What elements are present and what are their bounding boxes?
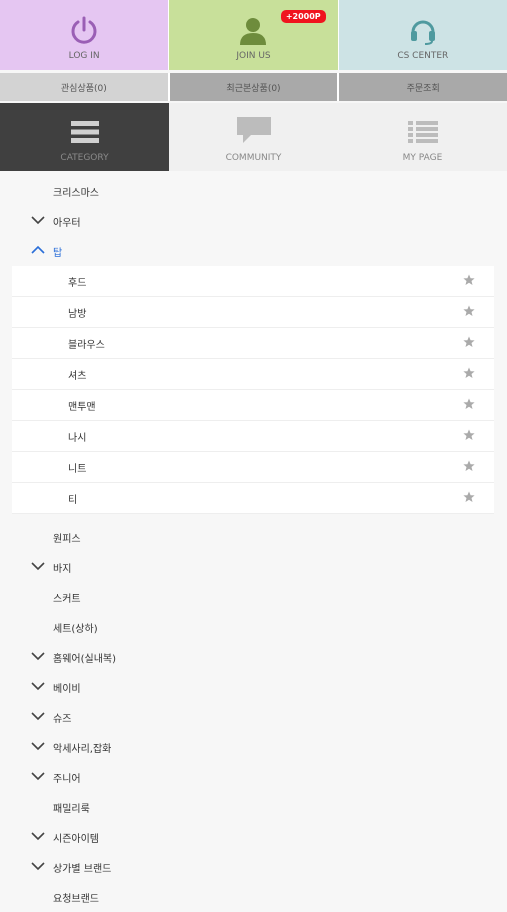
category-label: 바지 [53,564,72,575]
subcategory-label: 후드 [68,278,87,289]
star-icon[interactable] [463,336,475,348]
subcategory-label: 니트 [68,464,87,475]
category-list: 크리스마스 아우터 탑 후드 남방 블라우스 셔츠 맨투맨 나시 니트 티 원피… [0,176,507,912]
category-label: 탑 [53,248,63,259]
category-item[interactable]: 요청브랜드 [0,882,507,912]
chevron-down-icon [31,652,45,661]
category-item[interactable]: 슈즈 [0,702,507,732]
category-item[interactable]: 상가별 브랜드 [0,852,507,882]
subcategory-item[interactable]: 후드 [12,266,494,297]
user-icon [240,18,267,45]
category-item[interactable]: 아우터 [0,206,507,236]
menu-icon [70,121,99,143]
recently-viewed-label: 최근본상품(0) [226,83,281,94]
points-badge: +2000P [280,10,326,23]
login-button[interactable]: LOG IN [0,0,170,70]
list-icon [407,121,438,143]
subcategory-label: 블라우스 [68,340,105,351]
category-item[interactable]: 세트(상하) [0,612,507,642]
category-item[interactable]: 시즌아이템 [0,822,507,852]
category-item[interactable]: 바지 [0,552,507,582]
star-icon[interactable] [463,305,475,317]
subcategory-item[interactable]: 니트 [12,452,494,483]
star-icon[interactable] [463,429,475,441]
headset-icon [410,20,435,45]
cs-center-label: CS CENTER [397,51,449,61]
tab-row: CATEGORY COMMUNITY MY PAGE [0,103,507,171]
join-us-button[interactable]: +2000P JOIN US [169,0,339,70]
subcategory-item[interactable]: 셔츠 [12,359,494,390]
tab-community-label: COMMUNITY [225,153,282,163]
sub-button-row: 관심상품(0) 최근본상품(0) 주문조회 [0,73,507,101]
wishlist-label: 관심상품(0) [60,83,107,94]
join-us-label: JOIN US [236,51,271,61]
login-label: LOG IN [68,51,100,61]
power-icon [71,16,97,44]
category-item[interactable]: 홈웨어(실내복) [0,642,507,672]
category-label: 주니어 [53,774,81,785]
category-item[interactable]: 원피스 [0,522,507,552]
subcategory-list: 후드 남방 블라우스 셔츠 맨투맨 나시 니트 티 [0,266,507,522]
category-label: 악세사리,잡화 [53,744,112,755]
wishlist-button[interactable]: 관심상품(0) [0,73,170,101]
top-button-row: LOG IN +2000P JOIN US CS CENTER [0,0,507,70]
cs-center-button[interactable]: CS CENTER [338,0,507,70]
chevron-down-icon [31,742,45,751]
subcategory-label: 나시 [68,433,87,444]
star-icon[interactable] [463,274,475,286]
category-label: 상가별 브랜드 [53,864,112,875]
subcategory-item[interactable]: 블라우스 [12,328,494,359]
chevron-down-icon [31,682,45,691]
category-label: 슈즈 [53,714,72,725]
subcategory-item[interactable]: 남방 [12,297,494,328]
category-label: 베이비 [53,684,81,695]
tab-my-page[interactable]: MY PAGE [338,103,507,171]
order-lookup-button[interactable]: 주문조회 [339,73,507,101]
star-icon[interactable] [463,398,475,410]
subcategory-item[interactable]: 맨투맨 [12,390,494,421]
category-item[interactable]: 베이비 [0,672,507,702]
tab-category-label: CATEGORY [60,153,109,163]
chevron-down-icon [31,832,45,841]
category-label: 요청브랜드 [53,894,99,905]
chevron-down-icon [31,772,45,781]
category-item[interactable]: 크리스마스 [0,176,507,206]
tab-category[interactable]: CATEGORY [0,103,169,171]
category-label: 아우터 [53,218,81,229]
chat-icon [236,117,271,143]
category-label: 패밀리룩 [53,804,90,815]
chevron-down-icon [31,562,45,571]
category-item[interactable]: 주니어 [0,762,507,792]
chevron-down-icon [31,216,45,225]
subcategory-label: 셔츠 [68,371,87,382]
star-icon[interactable] [463,491,475,503]
subcategory-item[interactable]: 티 [12,483,494,514]
category-label: 시즌아이템 [53,834,99,845]
recently-viewed-button[interactable]: 최근본상품(0) [169,73,340,101]
subcategory-item[interactable]: 나시 [12,421,494,452]
subcategory-label: 남방 [68,309,87,320]
subcategory-panel: 후드 남방 블라우스 셔츠 맨투맨 나시 니트 티 [12,266,494,514]
chevron-down-icon [31,712,45,721]
star-icon[interactable] [463,367,475,379]
tab-community[interactable]: COMMUNITY [169,103,338,171]
category-label: 크리스마스 [53,188,99,199]
category-item[interactable]: 스커트 [0,582,507,612]
category-item[interactable]: 패밀리룩 [0,792,507,822]
chevron-up-icon [31,245,45,254]
category-item[interactable]: 악세사리,잡화 [0,732,507,762]
category-label: 스커트 [53,594,81,605]
star-icon[interactable] [463,460,475,472]
category-label: 원피스 [53,534,81,545]
category-label: 홈웨어(실내복) [53,654,117,665]
subcategory-label: 맨투맨 [68,402,96,413]
chevron-down-icon [31,862,45,871]
order-lookup-label: 주문조회 [406,83,440,94]
subcategory-label: 티 [68,495,78,506]
category-label: 세트(상하) [53,624,98,635]
tab-my-page-label: MY PAGE [402,153,443,163]
category-item-expanded[interactable]: 탑 [0,236,507,266]
